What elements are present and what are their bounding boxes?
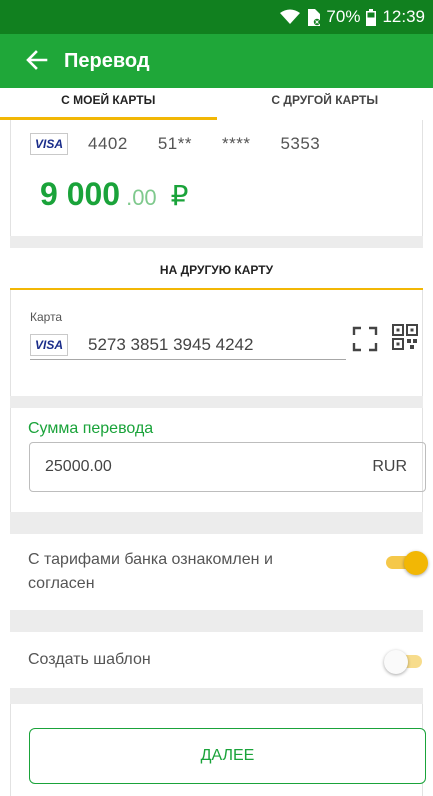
section-divider [10,610,423,632]
tab-to-another-card[interactable]: НА ДРУГУЮ КАРТУ [10,248,423,290]
template-row: Создать шаблон [10,632,423,688]
template-label: Создать шаблон [28,651,151,668]
tab-other-card[interactable]: С ДРУГОЙ КАРТЫ [217,88,433,120]
wifi-icon [280,9,301,25]
toggle-knob [384,650,408,674]
battery-percent: 70% [326,7,361,26]
destination-card-field[interactable]: VISA 5273 3851 3945 4242 [30,330,346,360]
section-divider [10,512,423,534]
ruble-icon: ₽ [170,180,189,211]
balance-integer: 9 000 [40,176,121,212]
card-balance: 9 000 .00 ₽ [40,176,189,213]
terms-row: С тарифами банка ознакомлен и согласен [10,534,423,610]
balance-decimal: .00 [126,185,157,210]
amount-value: 25000.00 [45,458,112,475]
app-bar: Перевод [0,34,433,88]
amount-currency: RUR [372,458,407,475]
card-field-label: Карта [30,310,63,324]
section-divider [10,236,423,248]
tab-my-card[interactable]: С МОЕЙ КАРТЫ [0,88,217,120]
source-tabs: С МОЕЙ КАРТЫ С ДРУГОЙ КАРТЫ [0,88,433,120]
card-number-part: **** [221,134,251,153]
page-title: Перевод [64,49,150,72]
next-button[interactable]: ДАЛЕЕ [29,728,426,784]
scan-card-icon[interactable] [352,326,378,352]
amount-label: Сумма перевода [28,420,154,437]
card-number-part: 5353 [280,134,321,153]
card-number-part: 4402 [88,134,128,153]
battery-icon [366,8,377,26]
visa-logo-icon: VISA [30,133,68,155]
source-card[interactable]: VISA 4402 51** **** 5353 [30,133,350,155]
arrow-left-icon[interactable] [26,48,48,74]
amount-input[interactable]: 25000.00 RUR [29,442,426,492]
status-bar: 70% 12:39 [0,0,433,34]
visa-logo-icon: VISA [30,333,68,356]
terms-label: С тарифами банка ознакомлен и согласен [28,551,273,592]
terms-toggle[interactable] [386,550,428,575]
qr-code-icon[interactable] [392,324,418,350]
destination-card-number: 5273 3851 3945 4242 [88,334,254,354]
no-sim-icon [306,8,321,26]
toggle-knob [404,551,428,575]
source-card-number: 4402 51** **** 5353 [88,134,350,154]
section-divider [10,396,423,408]
card-number-part: 51** [157,134,192,153]
section-divider [10,688,423,704]
clock: 12:39 [382,7,425,26]
template-toggle[interactable] [384,649,426,674]
